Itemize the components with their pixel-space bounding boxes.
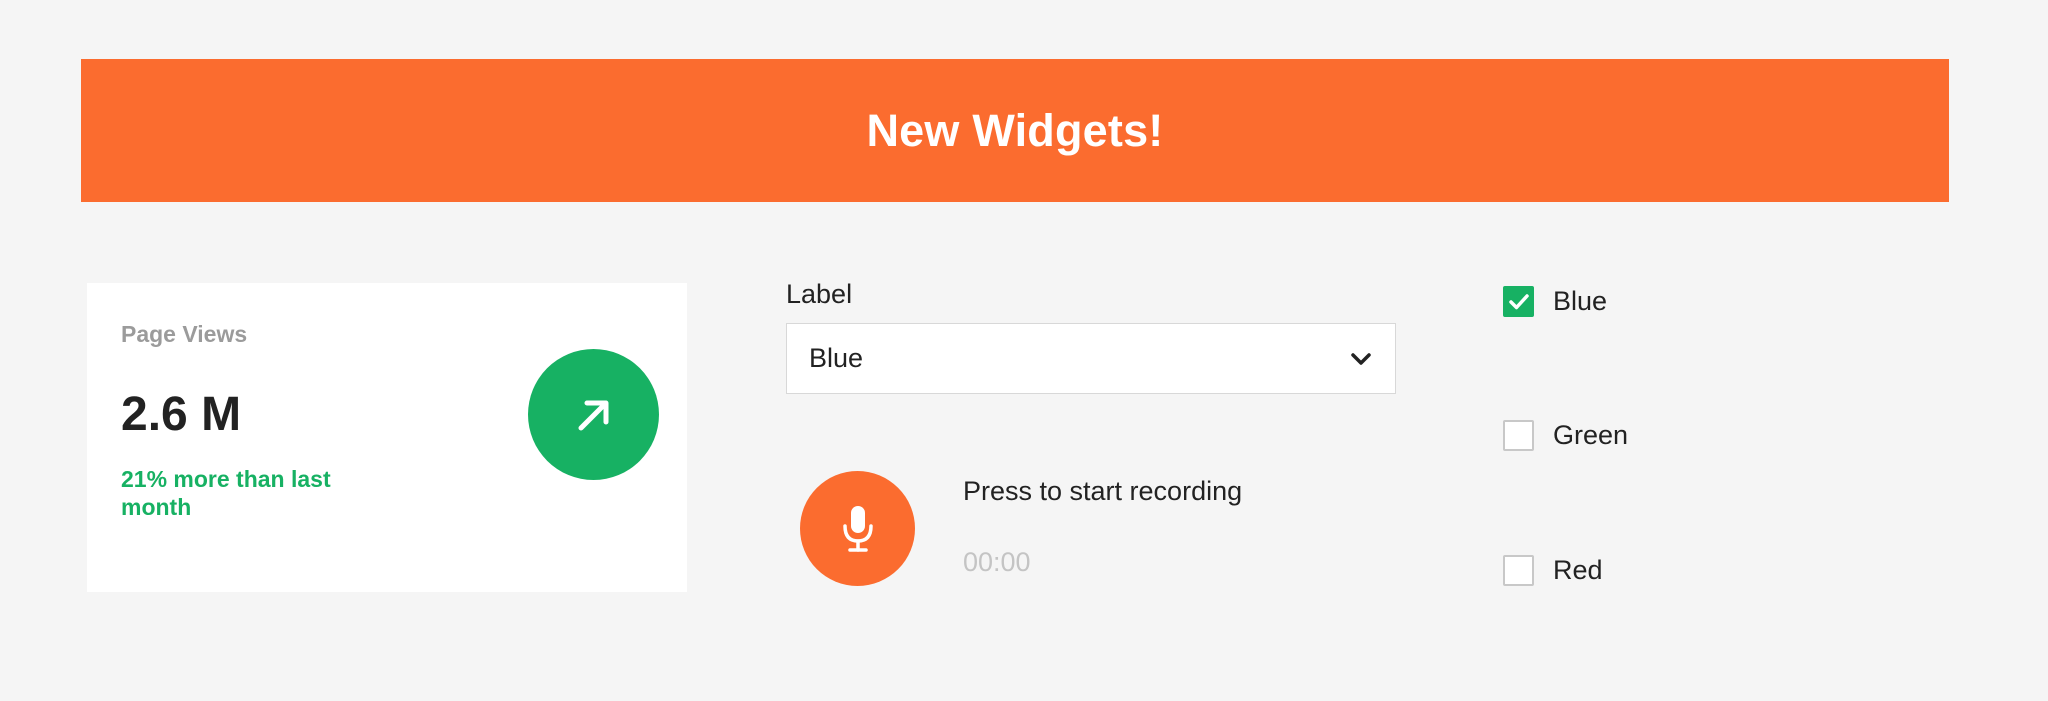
header-banner: New Widgets! bbox=[81, 59, 1949, 202]
record-button[interactable] bbox=[800, 471, 915, 586]
checkbox-label: Green bbox=[1553, 420, 1629, 450]
checkmark-icon bbox=[1508, 293, 1529, 309]
checkbox-label: Blue bbox=[1553, 286, 1608, 316]
select-label: Label bbox=[786, 279, 853, 309]
record-timer: 00:00 bbox=[963, 547, 1031, 577]
stat-change-text: 21% more than last month bbox=[121, 466, 331, 520]
banner-title: New Widgets! bbox=[866, 104, 1164, 156]
select-value: Blue bbox=[809, 343, 864, 373]
checkbox-label: Red bbox=[1553, 555, 1603, 585]
arrow-up-right-icon bbox=[578, 400, 608, 430]
record-prompt: Press to start recording bbox=[963, 476, 1243, 506]
checkbox-unchecked-box[interactable] bbox=[1503, 555, 1534, 586]
chevron-down-icon bbox=[1349, 347, 1373, 371]
page-views-card: Page Views 2.6 M 21% more than last mont… bbox=[87, 283, 687, 592]
checkbox-green[interactable]: Green bbox=[1503, 420, 1628, 451]
trend-button[interactable] bbox=[528, 349, 659, 480]
stat-value: 2.6 M bbox=[121, 388, 242, 441]
microphone-icon bbox=[842, 505, 873, 552]
checkbox-checked-box[interactable] bbox=[1503, 286, 1534, 317]
checkbox-unchecked-box[interactable] bbox=[1503, 420, 1534, 451]
color-select[interactable]: Blue bbox=[786, 323, 1396, 394]
checkbox-red[interactable]: Red bbox=[1503, 555, 1603, 586]
checkbox-blue[interactable]: Blue bbox=[1503, 286, 1607, 317]
stat-label: Page Views bbox=[121, 321, 248, 347]
